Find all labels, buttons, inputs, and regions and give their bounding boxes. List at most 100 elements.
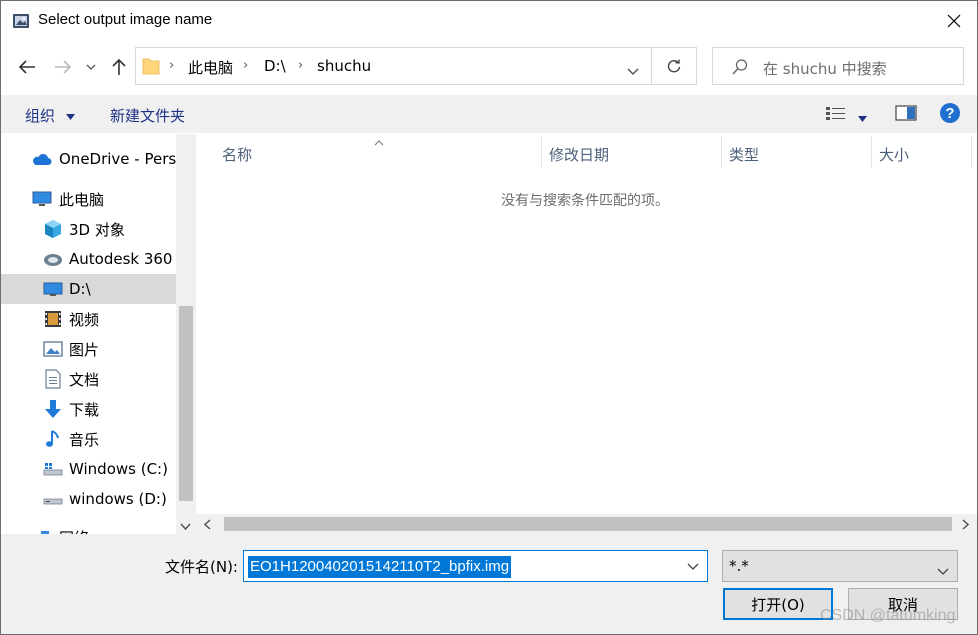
nav-item-label: 图片 — [69, 340, 100, 359]
arrow-up-icon — [112, 58, 126, 75]
breadcrumb-separator-icon: › — [298, 58, 304, 73]
view-dropdown-button[interactable] — [858, 110, 867, 126]
documents-icon — [43, 369, 63, 389]
dialog-title: Select output image name — [38, 11, 213, 28]
breadcrumb-folder[interactable]: shuchu — [317, 57, 371, 75]
nav-item-label: D:\ — [69, 280, 91, 298]
watermark-text: CSDN @tatumking — [820, 607, 956, 624]
caret-down-icon — [858, 116, 867, 122]
column-divider[interactable] — [871, 136, 872, 168]
column-divider[interactable] — [971, 136, 972, 168]
nav-item-downloads[interactable]: 下载 — [1, 394, 176, 424]
refresh-icon — [667, 59, 681, 73]
close-button[interactable] — [931, 1, 977, 41]
nav-item-label: 3D 对象 — [69, 220, 125, 239]
autodesk-icon — [43, 249, 63, 269]
sort-ascending-icon — [374, 134, 384, 150]
filename-input[interactable]: EO1H1200402015142110T2_bpfix.img — [243, 550, 708, 582]
search-input[interactable]: 在 shuchu 中搜索 — [712, 47, 964, 85]
nav-item-this-pc[interactable]: 此电脑 — [1, 184, 176, 214]
column-header-size[interactable]: 大小 — [879, 144, 909, 165]
save-file-dialog: Select output image name › 此电脑 › D:\ › s… — [0, 0, 978, 635]
file-type-dropdown-arrow[interactable] — [937, 563, 949, 579]
nav-item-3d-objects[interactable]: 3D 对象 — [1, 214, 176, 244]
new-folder-button[interactable]: 新建文件夹 — [110, 105, 185, 126]
horizontal-scroll-thumb[interactable] — [224, 517, 952, 531]
drive-icon — [43, 279, 63, 299]
nav-item-d-drive[interactable]: D:\ — [1, 274, 176, 304]
scroll-down-arrow[interactable] — [180, 518, 191, 534]
folder-icon — [142, 56, 160, 80]
chevron-left-icon — [203, 519, 211, 530]
column-header-modified[interactable]: 修改日期 — [549, 144, 609, 165]
filename-value[interactable]: EO1H1200402015142110T2_bpfix.img — [248, 556, 512, 578]
command-toolbar: 组织 新建文件夹 ? — [1, 95, 977, 133]
nav-item-label: 文档 — [69, 370, 100, 389]
chevron-down-icon — [86, 64, 96, 70]
nav-vertical-scrollbar[interactable] — [176, 134, 196, 534]
view-options-button[interactable] — [825, 104, 847, 126]
column-divider[interactable] — [721, 136, 722, 168]
file-type-select[interactable]: *.* — [722, 550, 958, 582]
refresh-button[interactable] — [652, 47, 697, 85]
help-icon: ? — [940, 103, 960, 123]
address-bar[interactable]: › 此电脑 › D:\ › shuchu — [135, 47, 652, 85]
horizontal-scrollbar[interactable] — [196, 514, 977, 534]
nav-item-videos[interactable]: 视频 — [1, 304, 176, 334]
help-button[interactable]: ? — [939, 102, 961, 128]
file-list: 名称 修改日期 类型 大小 没有与搜索条件匹配的项。 — [196, 134, 977, 534]
up-button[interactable] — [105, 53, 133, 81]
back-button[interactable] — [13, 53, 41, 81]
download-icon — [43, 399, 63, 419]
windows-drive-icon — [43, 459, 63, 479]
empty-folder-message: 没有与搜索条件匹配的项。 — [501, 193, 669, 209]
search-placeholder: 在 shuchu 中搜索 — [763, 60, 887, 78]
recent-locations-button[interactable] — [81, 53, 101, 81]
details-view-icon — [826, 107, 845, 120]
column-header-name[interactable]: 名称 — [222, 144, 252, 165]
nav-item-documents[interactable]: 文档 — [1, 364, 176, 394]
nav-item-label: OneDrive - Pers — [59, 150, 177, 168]
organize-menu[interactable]: 组织 — [25, 105, 75, 126]
filename-history-dropdown[interactable] — [679, 551, 707, 581]
nav-item-label: 下载 — [69, 400, 100, 419]
file-type-value: *.* — [729, 557, 749, 575]
breadcrumb-this-pc[interactable]: 此电脑 — [188, 57, 233, 78]
nav-item-c-drive[interactable]: Windows (C:) — [1, 454, 176, 484]
nav-item-pictures[interactable]: 图片 — [1, 334, 176, 364]
scroll-left-arrow[interactable] — [203, 518, 211, 534]
column-divider[interactable] — [541, 136, 542, 168]
chevron-down-icon — [687, 563, 699, 570]
3d-objects-icon — [43, 219, 63, 239]
filename-label: 文件名(N): — [165, 558, 238, 576]
nav-scroll-thumb[interactable] — [179, 306, 193, 501]
breadcrumb-separator-icon: › — [169, 58, 175, 73]
preview-pane-button[interactable] — [895, 104, 917, 126]
nav-item-label: Autodesk 360 — [69, 250, 173, 268]
scroll-right-arrow[interactable] — [962, 518, 970, 534]
nav-item-label: 音乐 — [69, 430, 100, 449]
address-dropdown-button[interactable] — [627, 63, 639, 79]
computer-icon — [32, 189, 52, 209]
breadcrumb-separator-icon: › — [243, 58, 249, 73]
breadcrumb-drive[interactable]: D:\ — [264, 57, 286, 75]
open-button[interactable]: 打开(O) — [723, 588, 833, 620]
nav-item-autodesk[interactable]: Autodesk 360 — [1, 244, 176, 274]
nav-item-label: 视频 — [69, 310, 100, 329]
forward-button[interactable] — [49, 53, 77, 81]
search-icon — [731, 58, 749, 80]
close-icon — [947, 14, 961, 28]
nav-item-music[interactable]: 音乐 — [1, 424, 176, 454]
nav-item-onedrive[interactable]: OneDrive - Pers — [1, 144, 176, 174]
video-icon — [43, 309, 63, 329]
nav-item-d-volume[interactable]: windows (D:) — [1, 484, 176, 514]
nav-item-label: Windows (C:) — [69, 460, 168, 478]
column-header-type[interactable]: 类型 — [729, 144, 759, 165]
app-icon — [12, 12, 30, 30]
arrow-right-icon — [55, 60, 72, 74]
nav-item-label: windows (D:) — [69, 490, 167, 508]
navigation-pane: OneDrive - Pers 此电脑 3D 对象 Autodesk 360 D… — [1, 134, 196, 534]
nav-item-network[interactable]: 网络 — [1, 522, 176, 534]
svg-text:?: ? — [945, 105, 954, 122]
network-icon — [35, 527, 55, 534]
